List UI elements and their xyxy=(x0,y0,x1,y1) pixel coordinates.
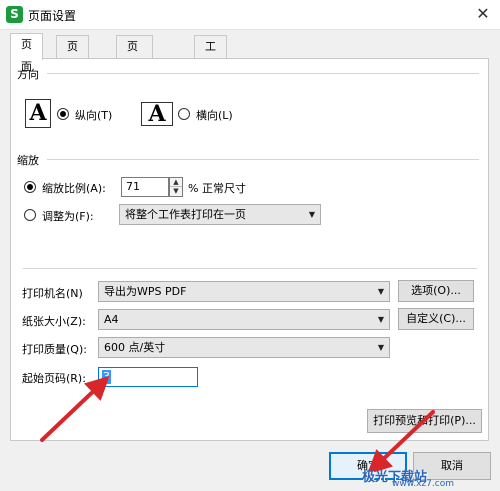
landscape-radio[interactable] xyxy=(178,108,190,120)
fit-select-value: 将整个工作表打印在一页 xyxy=(125,208,246,221)
scale-radio[interactable] xyxy=(24,181,36,193)
print-preview-button[interactable]: 打印预览和打印(P)... xyxy=(367,409,482,433)
page-settings-panel: 方向 A 纵向(T) A 横向(L) 缩放 缩放比例(A): 71 ▲ ▼ % … xyxy=(10,58,489,441)
scaling-heading: 缩放 xyxy=(17,154,39,167)
portrait-radio[interactable] xyxy=(57,108,69,120)
tab-header-footer[interactable]: 页眉/页脚 xyxy=(116,35,153,119)
landscape-page-icon: A xyxy=(141,102,173,126)
options-button[interactable]: 选项(O)... xyxy=(398,280,474,302)
start-page-input[interactable]: 3 xyxy=(98,367,198,387)
printer-name-label: 打印机名(N) xyxy=(22,287,83,300)
scale-spinner[interactable]: ▲ ▼ xyxy=(169,177,183,197)
tab-margins[interactable]: 页边距 xyxy=(56,35,89,97)
tab-sheet[interactable]: 工作表 xyxy=(194,35,227,97)
orientation-divider xyxy=(47,73,479,74)
close-icon[interactable]: ✕ xyxy=(466,0,500,30)
paper-size-select[interactable]: A4 ▼ xyxy=(98,309,390,330)
spin-up-icon[interactable]: ▲ xyxy=(170,178,182,187)
tab-page[interactable]: 页面 xyxy=(10,33,43,73)
print-quality-label: 打印质量(Q): xyxy=(22,343,87,356)
scale-label: 缩放比例(A): xyxy=(42,182,106,195)
printer-name-value: 导出为WPS PDF xyxy=(104,285,187,298)
chevron-down-icon: ▼ xyxy=(377,343,384,352)
chevron-down-icon: ▼ xyxy=(377,315,384,324)
scale-input[interactable]: 71 xyxy=(121,177,169,197)
window-title: 页面设置 xyxy=(28,9,77,23)
fit-radio[interactable] xyxy=(24,209,36,221)
wps-app-icon: S xyxy=(6,6,23,23)
chevron-down-icon: ▼ xyxy=(377,287,384,296)
portrait-page-icon: A xyxy=(25,99,51,128)
printer-divider xyxy=(23,268,477,269)
scale-suffix: % 正常尺寸 xyxy=(188,182,246,195)
portrait-label: 纵向(T) xyxy=(75,109,113,122)
start-page-value: 3 xyxy=(102,370,111,384)
printer-name-select[interactable]: 导出为WPS PDF ▼ xyxy=(98,281,390,302)
chevron-down-icon: ▼ xyxy=(308,210,315,219)
landscape-label: 横向(L) xyxy=(196,109,233,122)
fit-select[interactable]: 将整个工作表打印在一页 ▼ xyxy=(119,204,321,225)
spin-down-icon[interactable]: ▼ xyxy=(170,187,182,196)
start-page-label: 起始页码(R): xyxy=(22,372,86,385)
fit-label: 调整为(F): xyxy=(42,210,94,223)
custom-size-button[interactable]: 自定义(C)... xyxy=(398,308,474,330)
watermark-url: www.xz7.com xyxy=(392,479,454,489)
title-bar: S 页面设置 ✕ xyxy=(0,0,500,30)
paper-size-value: A4 xyxy=(104,313,119,326)
scaling-divider xyxy=(47,159,479,160)
print-quality-value: 600 点/英寸 xyxy=(104,341,166,354)
print-quality-select[interactable]: 600 点/英寸 ▼ xyxy=(98,337,390,358)
paper-size-label: 纸张大小(Z): xyxy=(22,315,86,328)
